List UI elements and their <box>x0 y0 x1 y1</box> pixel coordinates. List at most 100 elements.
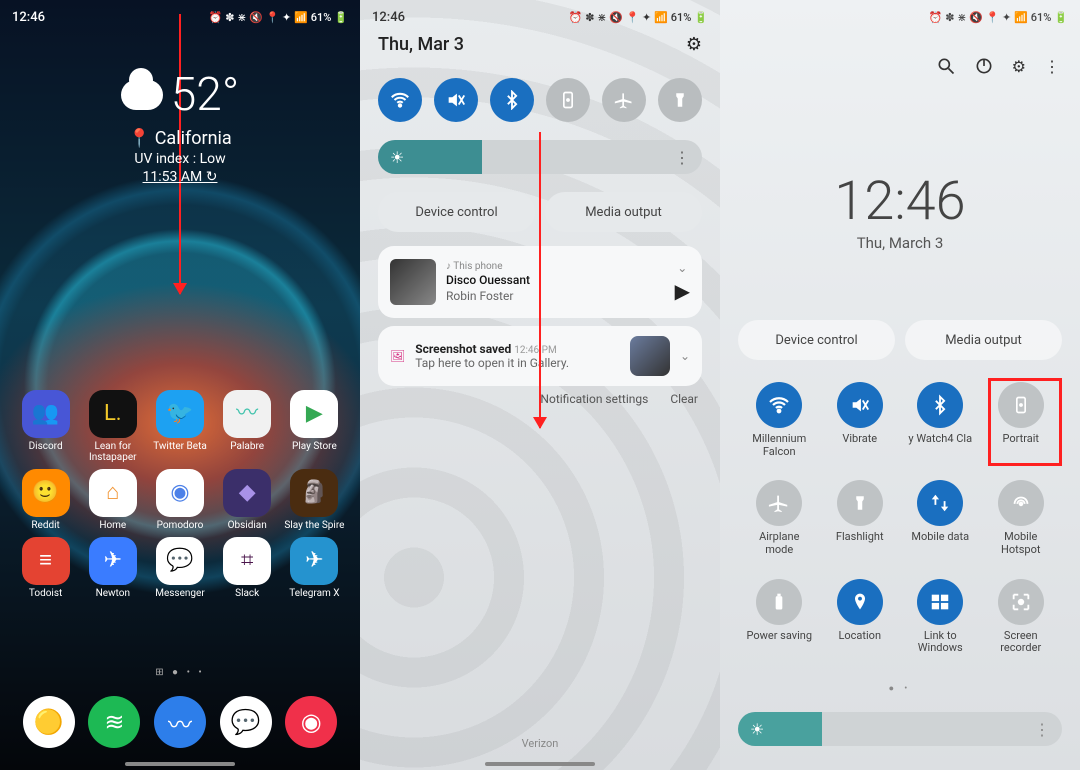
app-label: Slack <box>235 588 259 599</box>
app-icon: ≡ <box>22 537 70 585</box>
mute-icon <box>837 382 883 428</box>
dock-chrome-beta[interactable]: 🟡 <box>23 696 75 748</box>
app-icon: 🙂 <box>22 469 70 517</box>
overflow-icon[interactable]: ⋮ <box>1044 57 1060 76</box>
torch-icon <box>837 480 883 526</box>
hotspot-icon <box>998 480 1044 526</box>
chevron-down-icon[interactable]: ⌄ <box>677 261 687 275</box>
qs-page-indicator[interactable]: ● • <box>720 683 1080 694</box>
app-reddit[interactable]: 🙂Reddit <box>14 469 77 531</box>
app-home[interactable]: ⌂ Home <box>81 469 144 531</box>
app-discord[interactable]: 👥Discord <box>14 390 77 463</box>
tile-location[interactable]: Location <box>837 579 883 655</box>
app-label: Home <box>99 520 126 531</box>
battery-percent: 61% <box>311 11 332 24</box>
app-messenger[interactable]: 💬Messenger <box>148 537 211 599</box>
app-icon: 🗿 <box>290 469 338 517</box>
cloud-icon <box>121 80 163 110</box>
data-icon <box>917 480 963 526</box>
wifi-tile[interactable] <box>378 78 422 122</box>
app-label: Obsidian <box>228 520 267 531</box>
dock-messages[interactable]: 💬 <box>220 696 272 748</box>
sound-tile[interactable] <box>434 78 478 122</box>
gesture-bar[interactable] <box>485 762 595 766</box>
brightness-more-icon[interactable]: ⋮ <box>674 148 690 167</box>
app-lean-for-instapaper[interactable]: L.Lean for Instapaper <box>81 390 144 463</box>
tile-flashlight[interactable]: Flashlight <box>836 480 884 556</box>
flashlight-tile[interactable] <box>658 78 702 122</box>
bt-icon <box>917 382 963 428</box>
app-telegram-x[interactable]: ✈Telegram X <box>283 537 346 599</box>
app-obsidian[interactable]: ◆Obsidian <box>216 469 279 531</box>
tile-vibrate[interactable]: Vibrate <box>837 382 883 458</box>
tile-link-to-windows[interactable]: Link to Windows <box>905 579 976 655</box>
app-twitter-beta[interactable]: 🐦 Twitter Beta <box>148 390 211 463</box>
status-icons: ⏰ ✽ ⋇ 🔇 📍 ✦ 📶 61% 🔋 <box>209 11 348 24</box>
highlight-box <box>988 378 1062 466</box>
play-icon[interactable]: ▶ <box>675 279 690 303</box>
weather-widget[interactable]: 52° 📍 California UV index : Low 11:53 AM… <box>0 68 360 185</box>
app-slack[interactable]: ⌗Slack <box>216 537 279 599</box>
settings-gear-icon[interactable]: ⚙ <box>1012 57 1026 76</box>
qs-header: Thu, Mar 3 ⚙ <box>378 34 702 55</box>
rotation-tile[interactable] <box>546 78 590 122</box>
tile-power-saving[interactable]: Power saving <box>746 579 812 655</box>
app-newton[interactable]: ✈Newton <box>81 537 144 599</box>
wifi-icon <box>756 382 802 428</box>
app-icon: 💬 <box>156 537 204 585</box>
temperature: 52° <box>171 68 239 122</box>
battery-icon <box>756 579 802 625</box>
qs-tile-row <box>378 78 702 122</box>
brightness-slider[interactable]: ☀ ⋮ <box>738 712 1062 746</box>
app-play-store[interactable]: ▶Play Store <box>283 390 346 463</box>
device-control-button[interactable]: Device control <box>738 320 895 360</box>
app-icon: ✈ <box>290 537 338 585</box>
device-control-button[interactable]: Device control <box>378 192 535 232</box>
status-bar: ⏰ ✽ ⋇ 🔇 📍 ✦ 📶 61%🔋 <box>720 6 1080 28</box>
app-icon: 👥 <box>22 390 70 438</box>
power-icon[interactable] <box>974 56 994 76</box>
airplane-tile[interactable] <box>602 78 646 122</box>
gesture-bar[interactable] <box>125 762 235 766</box>
quick-settings-collapsed: 12:46 ⏰ ✽ ⋇ 🔇 📍 ✦ 📶 61%🔋 Thu, Mar 3 ⚙ ☀ … <box>360 0 720 770</box>
dock-spotify[interactable]: ≋ <box>88 696 140 748</box>
tile-airplane-mode[interactable]: Airplane mode <box>744 480 815 556</box>
tile-label: Mobile data <box>911 531 969 544</box>
clear-link[interactable]: Clear <box>670 392 698 406</box>
app-slay-the-spire[interactable]: 🗿 Slay the Spire <box>283 469 346 531</box>
app-palabre[interactable]: 〰Palabre <box>216 390 279 463</box>
app-grid: 👥DiscordL.Lean for Instapaper🐦 Twitter Be… <box>0 390 360 599</box>
qs-date: Thu, Mar 3 <box>378 34 464 55</box>
media-output-button[interactable]: Media output <box>905 320 1062 360</box>
app-icon: 🐦 <box>156 390 204 438</box>
bluetooth-tile[interactable] <box>490 78 534 122</box>
app-label: Twitter Beta <box>153 441 207 452</box>
app-label: Palabre <box>230 441 264 452</box>
app-icon: ⌂ <box>89 469 137 517</box>
chevron-down-icon[interactable]: ⌄ <box>680 349 690 363</box>
app-pomodoro[interactable]: ◉Pomodoro <box>148 469 211 531</box>
tile-screen-recorder[interactable]: Screen recorder <box>986 579 1057 655</box>
app-icon: ◉ <box>156 469 204 517</box>
app-label: Lean for Instapaper <box>81 441 144 463</box>
windows-icon <box>917 579 963 625</box>
tile-millennium-falcon[interactable]: Millennium Falcon <box>744 382 815 458</box>
record-icon <box>998 579 1044 625</box>
search-icon[interactable] <box>936 56 956 76</box>
notification-settings-link[interactable]: Notification settings <box>540 392 648 406</box>
app-todoist[interactable]: ≡Todoist <box>14 537 77 599</box>
media-output-button[interactable]: Media output <box>545 192 702 232</box>
dock-camera[interactable]: ◉ <box>285 696 337 748</box>
settings-gear-icon[interactable]: ⚙ <box>686 34 702 55</box>
page-indicator[interactable]: ⊞ ● • • <box>0 667 360 678</box>
tile-label: Vibrate <box>842 433 877 446</box>
status-clock: 12:46 <box>12 10 45 25</box>
app-label: Slay the Spire <box>284 520 344 531</box>
tile-mobile-hotspot[interactable]: Mobile Hotspot <box>986 480 1057 556</box>
brightness-more-icon[interactable]: ⋮ <box>1034 720 1050 739</box>
tile-mobile-data[interactable]: Mobile data <box>911 480 969 556</box>
plane-icon <box>756 480 802 526</box>
app-label: Newton <box>96 588 130 599</box>
tile-y-watch4-cla[interactable]: y Watch4 Cla <box>908 382 972 458</box>
dock-surfshark[interactable]: 〰 <box>154 696 206 748</box>
